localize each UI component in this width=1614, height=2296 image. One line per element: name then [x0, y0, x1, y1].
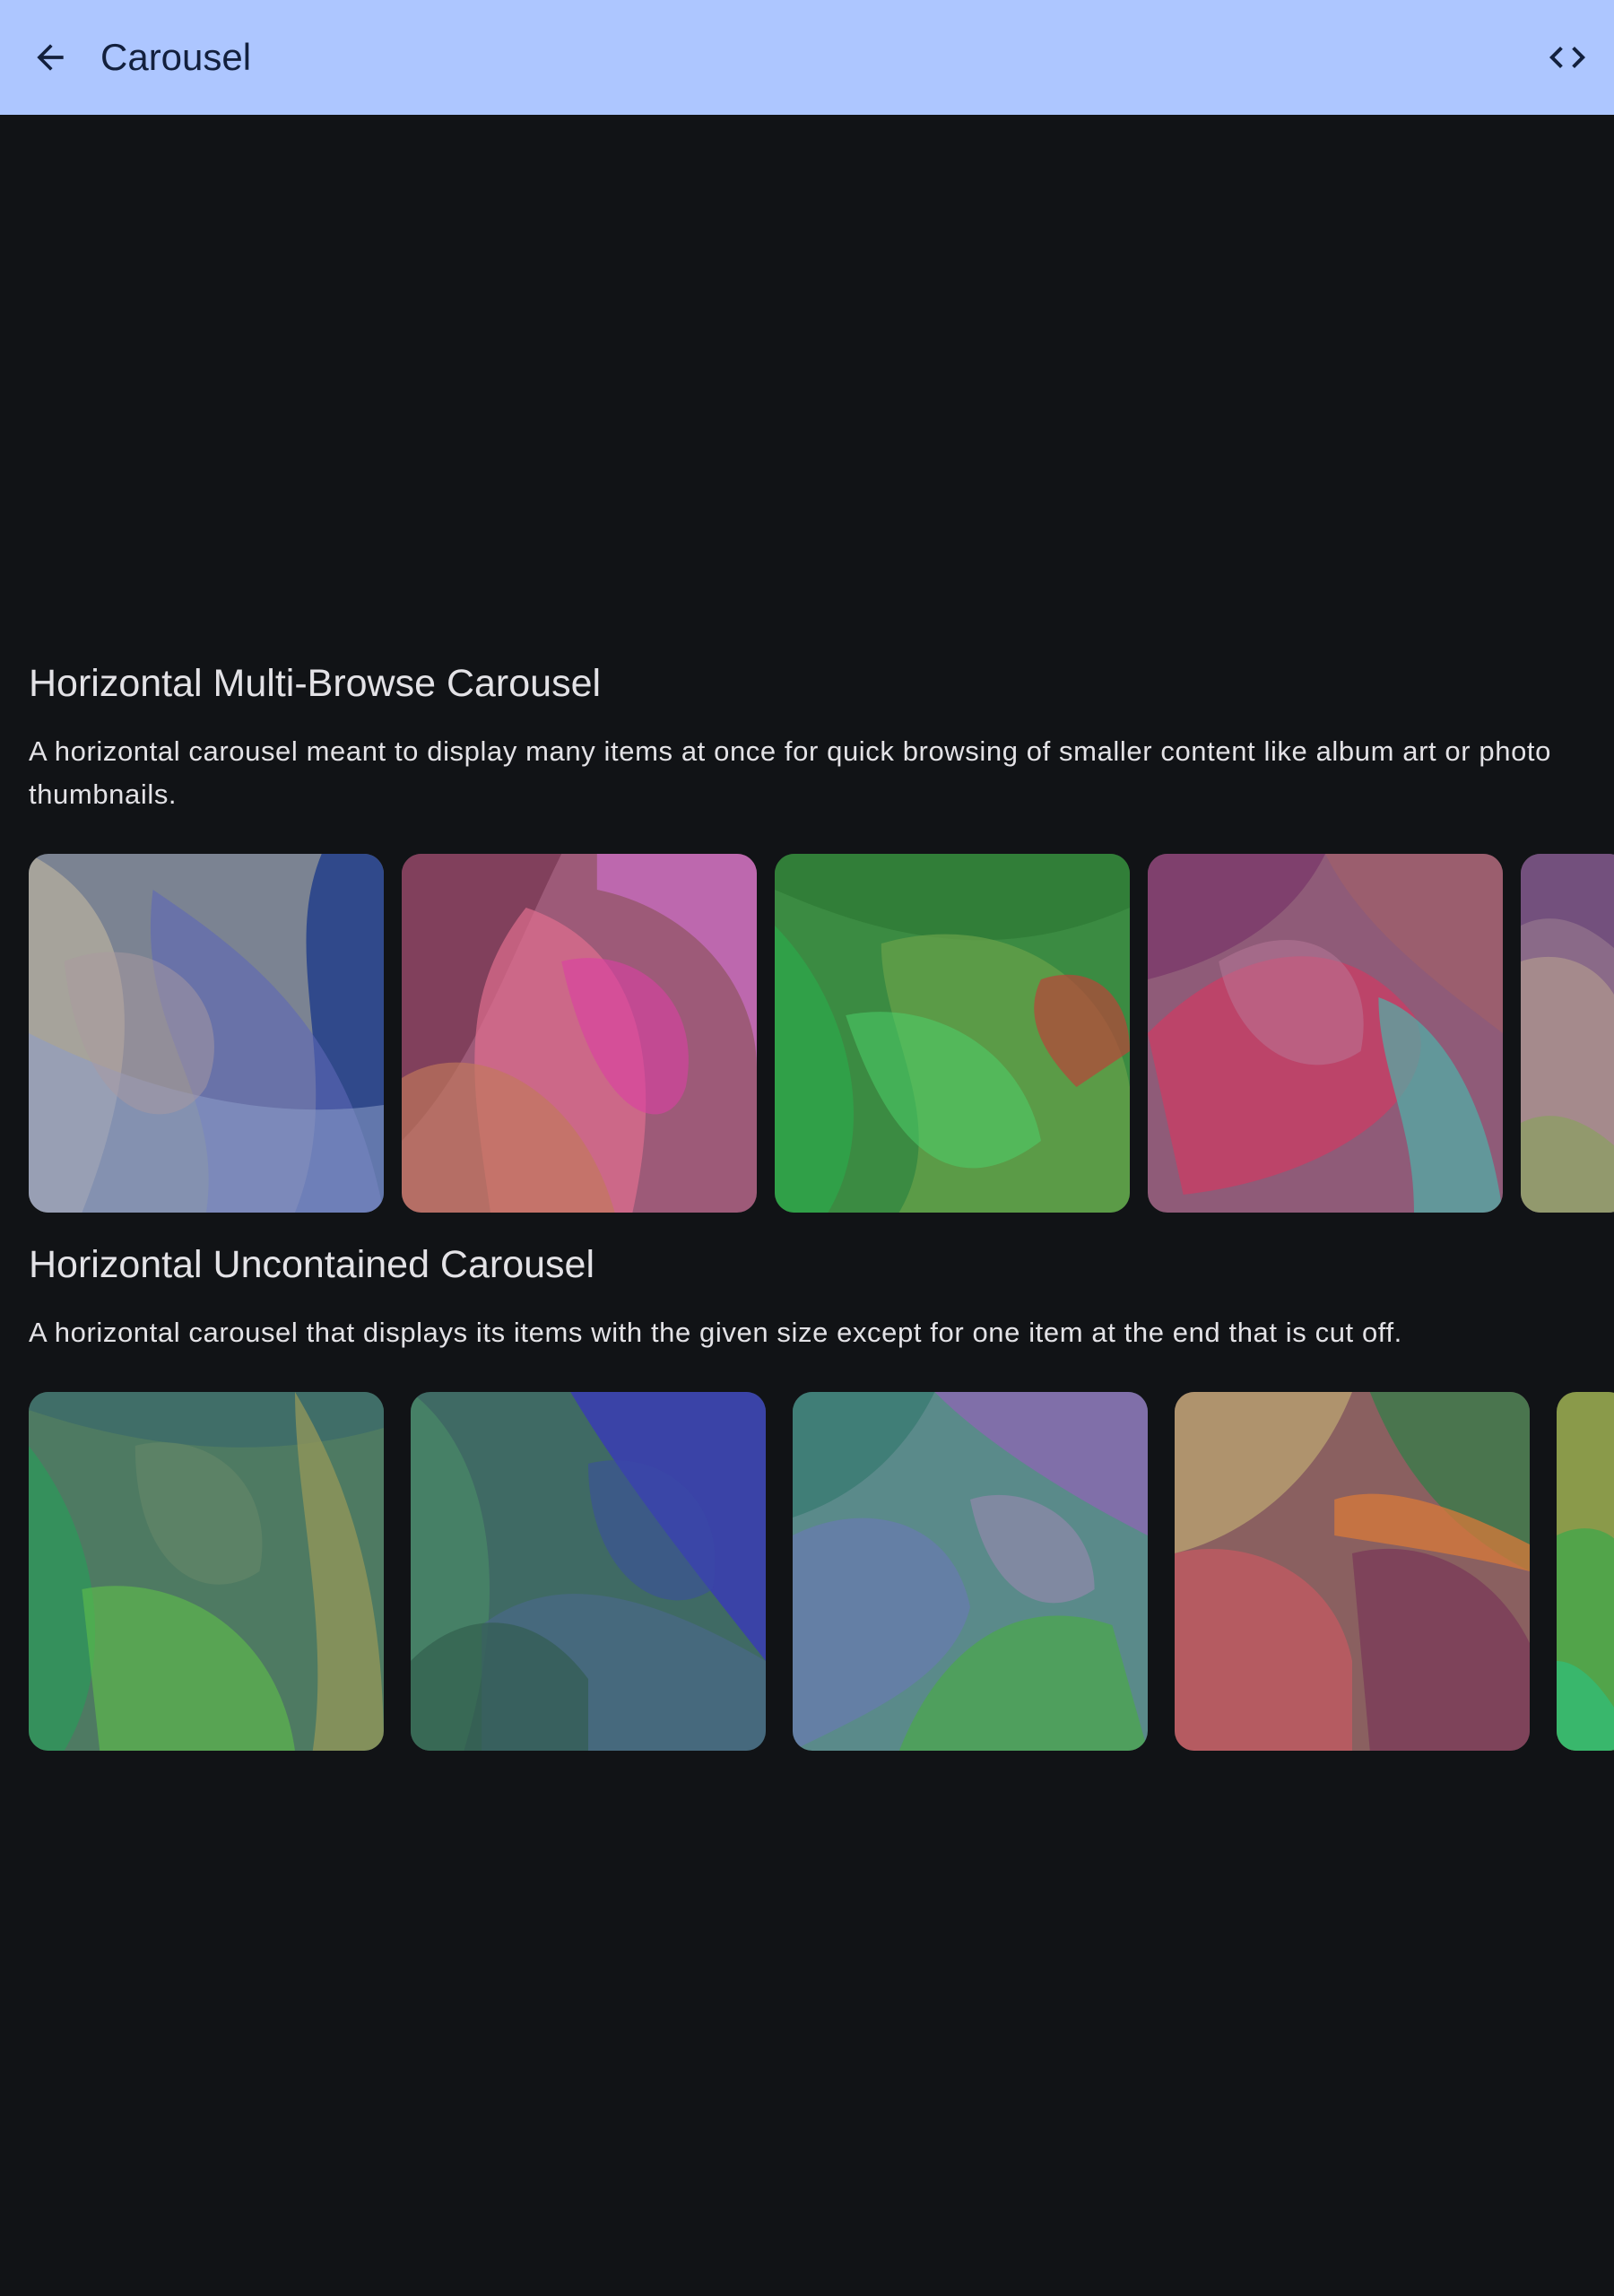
uncontained-section: Horizontal Uncontained Carousel A horizo…: [29, 1239, 1589, 1354]
section-title: Horizontal Multi-Browse Carousel: [29, 662, 602, 705]
carousel-item[interactable]: [1557, 1392, 1614, 1751]
abstract-image-1: [29, 854, 384, 1213]
abstract-image-8: [793, 1392, 1148, 1751]
multi-browse-section: Horizontal Multi-Browse Carousel A horiz…: [29, 658, 1589, 816]
carousel-item[interactable]: [793, 1392, 1148, 1751]
top-app-bar: Carousel: [0, 0, 1614, 115]
uncontained-carousel[interactable]: [0, 1392, 1614, 1751]
carousel-item[interactable]: [411, 1392, 766, 1751]
section-description: A horizontal carousel that displays its …: [29, 1317, 1402, 1348]
carousel-item[interactable]: [29, 1392, 384, 1751]
abstract-image-7: [411, 1392, 766, 1751]
abstract-image-5: [1521, 854, 1614, 1213]
multi-browse-carousel[interactable]: [0, 854, 1614, 1213]
carousel-item[interactable]: [402, 854, 757, 1213]
abstract-image-9: [1175, 1392, 1530, 1751]
arrow-back-icon: [37, 44, 64, 71]
carousel-item[interactable]: [29, 854, 384, 1213]
view-code-button[interactable]: [1532, 22, 1603, 93]
page-title: Carousel: [100, 36, 252, 78]
code-icon: [1549, 47, 1585, 68]
abstract-image-4: [1148, 854, 1503, 1213]
section-description: A horizontal carousel meant to display m…: [29, 735, 1551, 810]
carousel-item[interactable]: [775, 854, 1130, 1213]
abstract-image-3: [775, 854, 1130, 1213]
abstract-image-10: [1557, 1392, 1614, 1751]
carousel-item[interactable]: [1175, 1392, 1530, 1751]
carousel-item[interactable]: [1148, 854, 1503, 1213]
abstract-image-2: [402, 854, 757, 1213]
section-title: Horizontal Uncontained Carousel: [29, 1243, 595, 1286]
back-button[interactable]: [14, 22, 86, 93]
abstract-image-6: [29, 1392, 384, 1751]
carousel-item[interactable]: [1521, 854, 1614, 1213]
